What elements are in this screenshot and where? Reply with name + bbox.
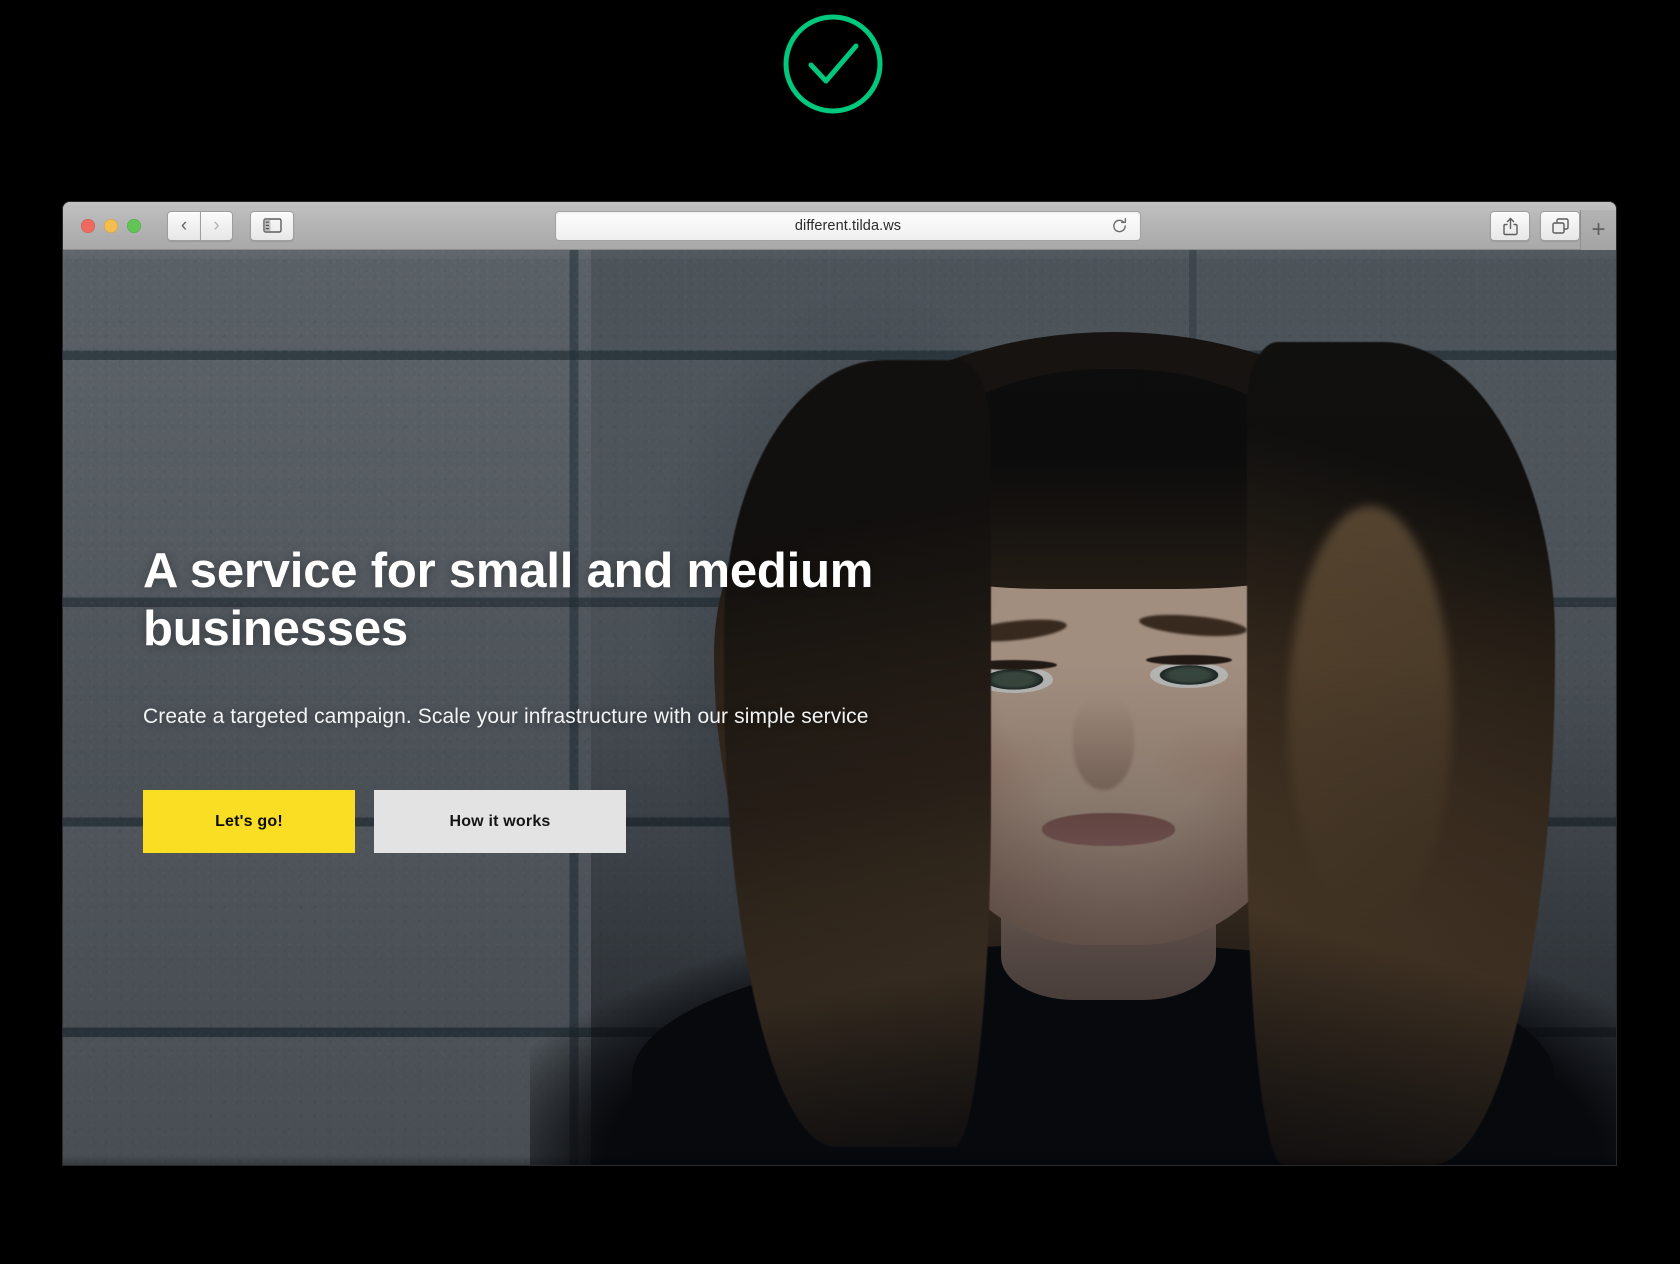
browser-window: ‹ › different.tilda.ws + A service for s… xyxy=(63,202,1616,1165)
reload-icon[interactable] xyxy=(1111,218,1128,235)
plus-icon: + xyxy=(1591,216,1606,243)
lets-go-button[interactable]: Let's go! xyxy=(143,790,355,854)
sidebar-toggle-button[interactable] xyxy=(250,210,294,241)
chevron-right-icon: › xyxy=(213,215,220,236)
show-tabs-button[interactable] xyxy=(1540,211,1580,241)
address-bar[interactable]: different.tilda.ws xyxy=(555,211,1141,241)
check-circle-icon xyxy=(783,14,883,114)
navigation-buttons: ‹ › xyxy=(167,210,233,241)
zoom-button[interactable] xyxy=(127,218,141,233)
page-bottom-fade xyxy=(63,1155,1616,1165)
sidebar-icon xyxy=(262,218,282,233)
hero-subtitle: Create a targeted campaign. Scale your i… xyxy=(143,704,869,728)
how-it-works-button[interactable]: How it works xyxy=(374,790,626,854)
share-icon xyxy=(1502,217,1518,235)
forward-button[interactable]: › xyxy=(200,210,233,241)
chevron-left-icon: ‹ xyxy=(180,215,188,236)
hero-title: A service for small and medium businesse… xyxy=(143,544,874,657)
address-bar-text: different.tilda.ws xyxy=(794,218,902,234)
hero-action-buttons: Let's go! How it works xyxy=(143,790,973,854)
share-button[interactable] xyxy=(1490,211,1530,241)
page-viewport: A service for small and medium businesse… xyxy=(63,250,1616,1165)
page-canvas: ‹ › different.tilda.ws + A service for s… xyxy=(0,0,1680,1264)
browser-toolbar: ‹ › different.tilda.ws + xyxy=(63,202,1616,250)
toolbar-right-tools xyxy=(1490,211,1580,241)
back-button[interactable]: ‹ xyxy=(167,210,200,241)
success-badge xyxy=(779,10,887,118)
show-tabs-icon xyxy=(1551,218,1569,234)
window-controls xyxy=(81,218,141,233)
new-tab-button[interactable]: + xyxy=(1580,210,1616,250)
hero-content: A service for small and medium businesse… xyxy=(143,542,973,854)
close-button[interactable] xyxy=(81,218,95,233)
minimize-button[interactable] xyxy=(104,218,118,233)
